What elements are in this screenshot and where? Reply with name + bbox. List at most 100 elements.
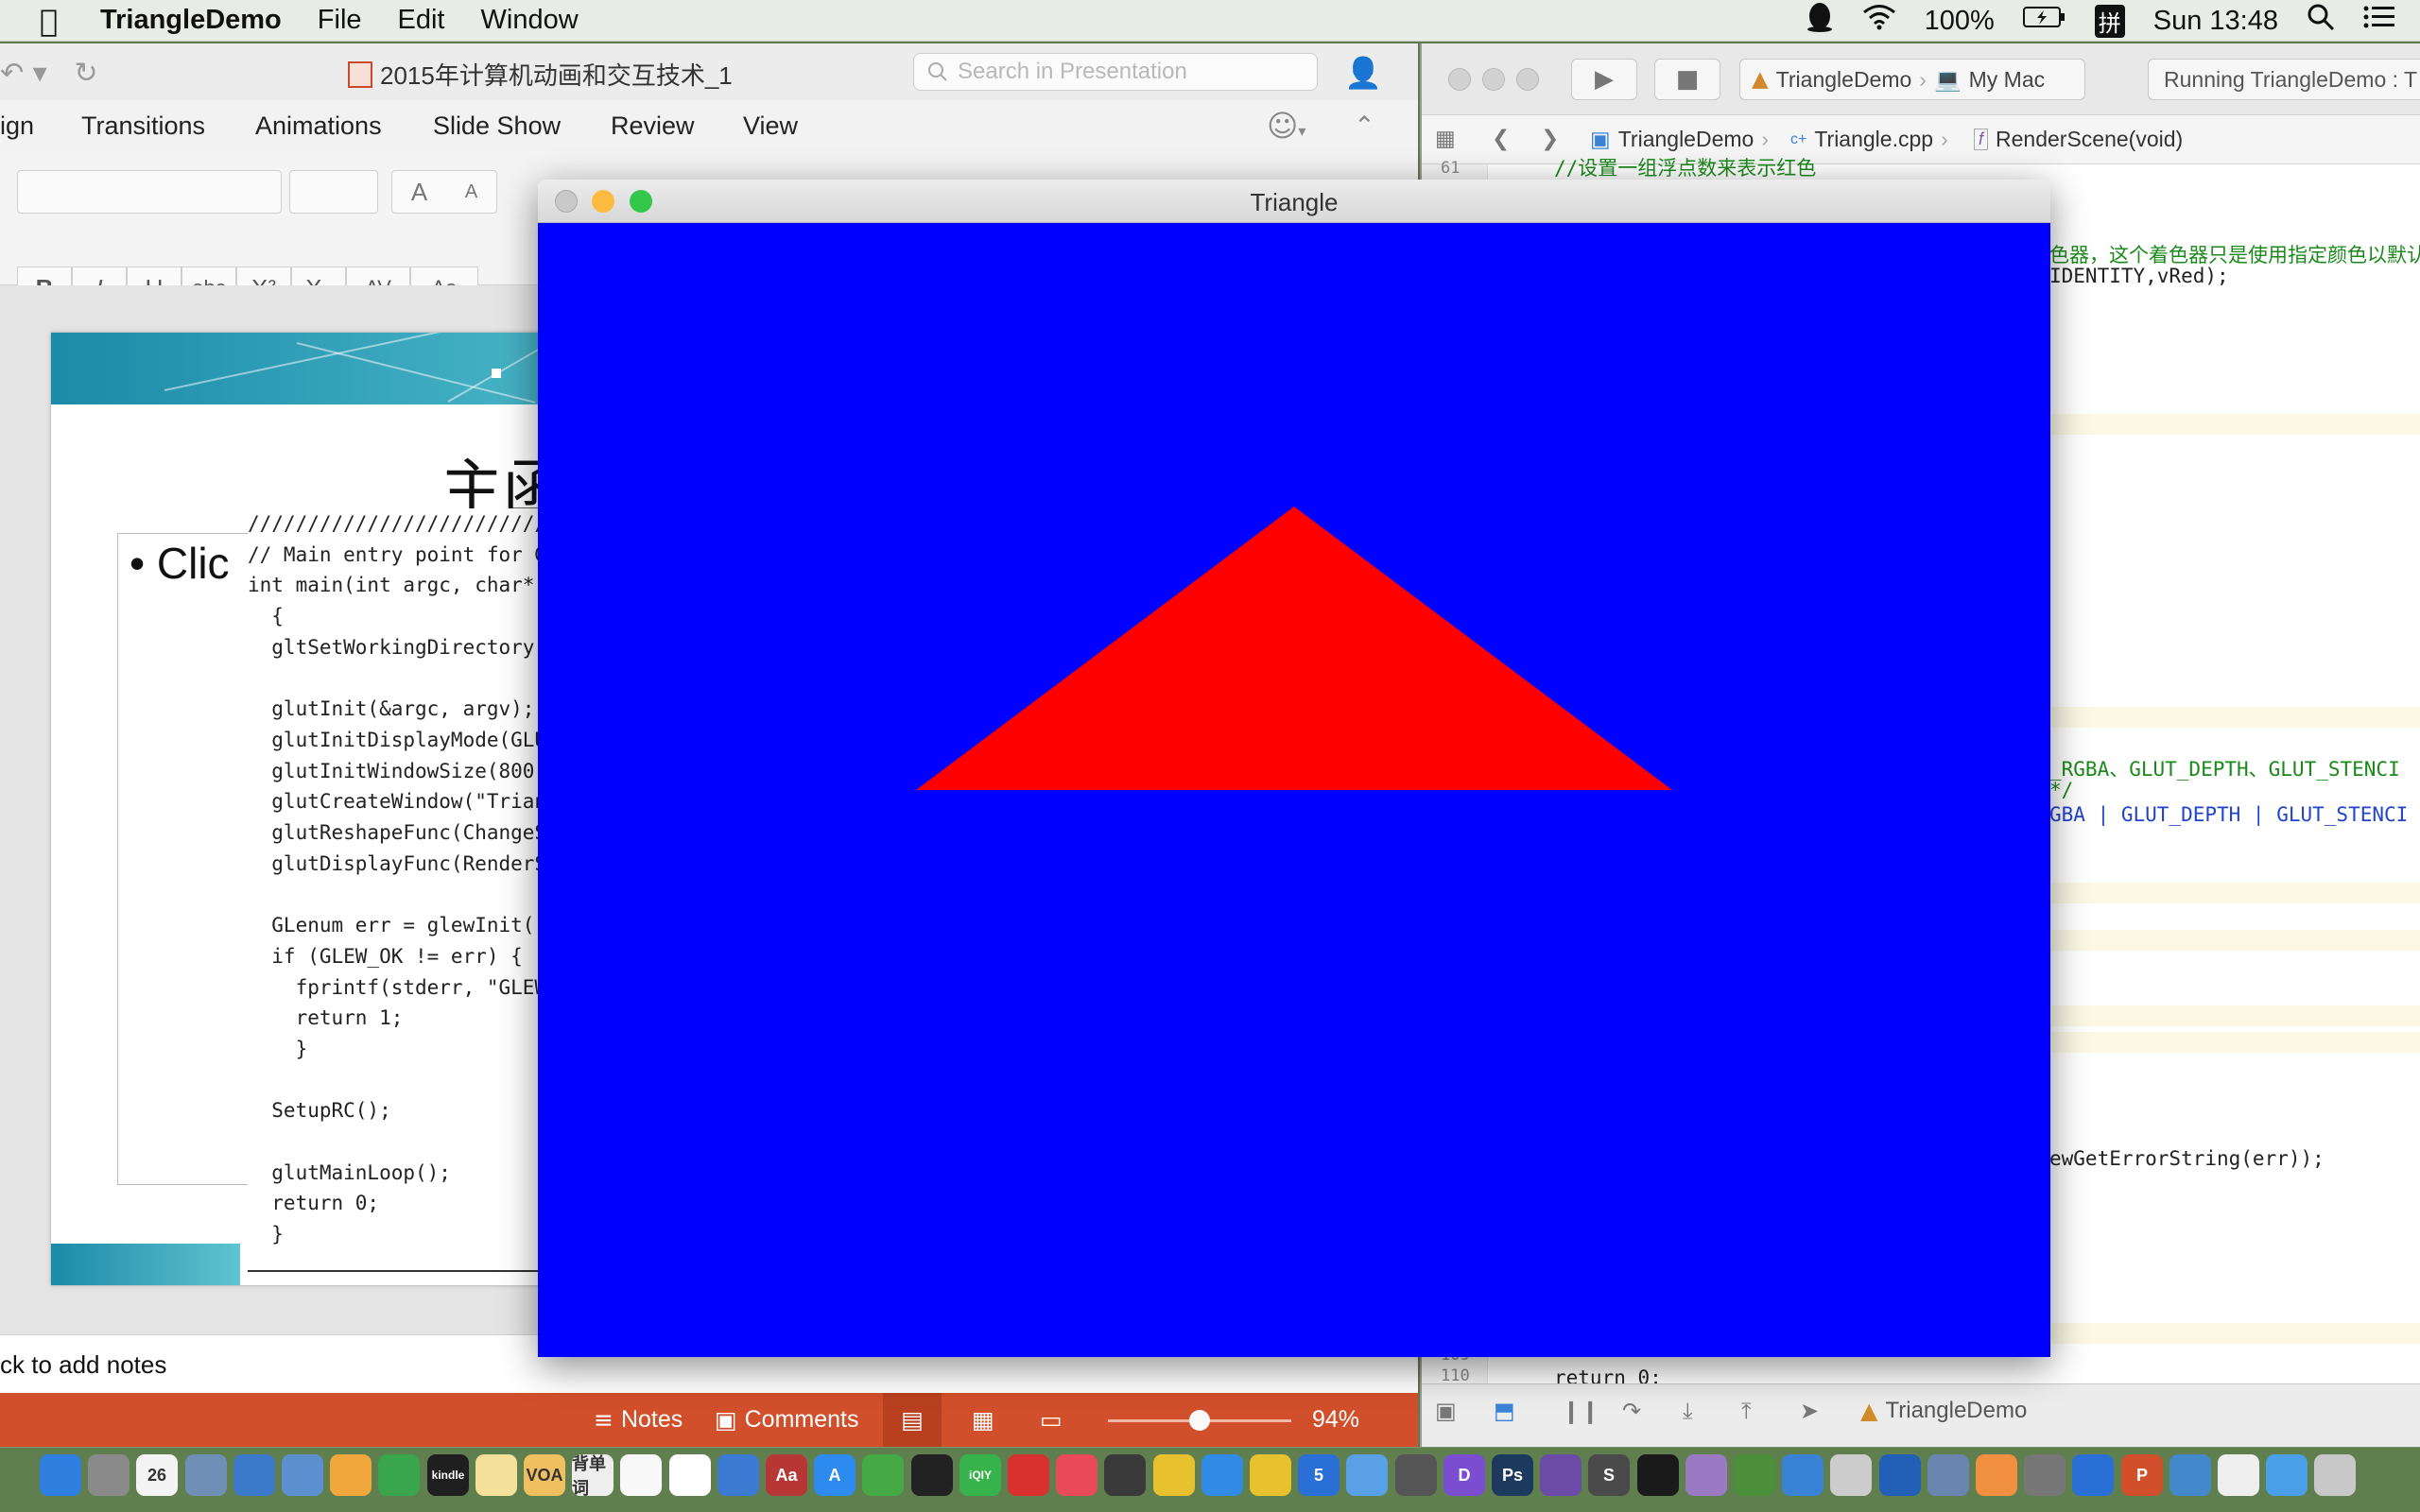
battery-percent[interactable]: 100% <box>1925 6 1995 37</box>
dock-camera-icon[interactable] <box>1927 1454 1969 1496</box>
jump-project[interactable]: ▣ TriangleDemo › <box>1590 127 1769 152</box>
undo-icon[interactable]: ↶ ▾ ↻ <box>0 57 97 90</box>
step-in-icon[interactable]: ⤓ <box>1683 1398 1693 1424</box>
zoom-slider-knob[interactable] <box>1189 1410 1210 1431</box>
dock-screens-icon[interactable] <box>2169 1454 2211 1496</box>
dock-news-icon[interactable] <box>669 1454 711 1496</box>
dock-alfred-icon[interactable] <box>1395 1454 1437 1496</box>
dock-trash-icon[interactable] <box>2314 1454 2356 1496</box>
dock-preview-doc-icon[interactable] <box>2218 1454 2259 1496</box>
breakpoints-icon[interactable]: ⬒ <box>1494 1398 1515 1424</box>
dock-calendar-icon[interactable]: 26 <box>136 1454 178 1496</box>
dock-shield-icon[interactable] <box>2072 1454 2114 1496</box>
menu-edit[interactable]: Edit <box>398 5 445 36</box>
scheme-selector[interactable]: ▲ TriangleDemo › 💻 My Mac <box>1739 59 2085 100</box>
share-person-icon[interactable]: 👤 <box>1344 55 1382 91</box>
slideshow-button[interactable]: ▭ <box>1040 1406 1063 1434</box>
forward-chevron-icon[interactable]: ❯ <box>1541 127 1559 151</box>
dock-keynote-icon[interactable] <box>233 1454 275 1496</box>
dock-color-picker-icon[interactable] <box>1976 1454 2017 1496</box>
wifi-icon[interactable] <box>1862 4 1896 38</box>
comments-toggle-button[interactable]: ▣ Comments <box>715 1406 859 1434</box>
dock-sourcetree-icon[interactable] <box>1879 1454 1921 1496</box>
jump-file[interactable]: c+ Triangle.cpp › <box>1790 127 1948 152</box>
dock-numbers-icon[interactable] <box>378 1454 420 1496</box>
dock-pages-icon[interactable] <box>330 1454 372 1496</box>
dock-video-player-icon[interactable] <box>1008 1454 1049 1496</box>
apple-menu-icon[interactable]:  <box>40 3 68 39</box>
dock-terminal-icon[interactable] <box>1637 1454 1679 1496</box>
font-size-select[interactable] <box>289 170 378 214</box>
dock-iqiyi-icon[interactable]: iQIY <box>959 1454 1001 1496</box>
dock-system-preferences-icon[interactable] <box>2024 1454 2066 1496</box>
debug-target[interactable]: ▲ TriangleDemo <box>1860 1398 2027 1424</box>
notification-center-icon[interactable] <box>2363 5 2395 37</box>
hide-debug-area-icon[interactable]: ▣ <box>1435 1398 1457 1424</box>
triangle-window-title-bar[interactable]: Triangle <box>538 180 2050 223</box>
dock-launchpad-icon[interactable] <box>88 1454 130 1496</box>
dock-chrome-icon[interactable] <box>1250 1454 1291 1496</box>
tab-transitions[interactable]: Transitions <box>81 112 205 141</box>
presentation-search-input[interactable]: Search in Presentation <box>913 53 1318 91</box>
tab-animations[interactable]: Animations <box>255 112 382 141</box>
xcode-minimize-button[interactable] <box>1482 68 1505 91</box>
back-chevron-icon[interactable]: ❮ <box>1492 127 1510 151</box>
step-over-icon[interactable]: ↷ <box>1622 1398 1641 1424</box>
step-out-icon[interactable]: ⤒ <box>1741 1398 1752 1424</box>
dock-music-icon[interactable] <box>1056 1454 1098 1496</box>
simulate-location-icon[interactable]: ➤ <box>1800 1398 1819 1424</box>
dock-feather-icon[interactable] <box>1346 1454 1388 1496</box>
app-menu[interactable]: TriangleDemo <box>100 5 282 36</box>
font-name-select[interactable] <box>17 170 282 214</box>
menu-file[interactable]: File <box>318 5 362 36</box>
dock-safari-alt-icon[interactable] <box>282 1454 323 1496</box>
dock-photoshop-icon[interactable]: Ps <box>1492 1454 1533 1496</box>
input-method-icon[interactable]: 拼 <box>2094 4 2125 38</box>
dock-instruments-icon[interactable] <box>1734 1454 1775 1496</box>
pause-icon[interactable]: ❙❙ <box>1562 1398 1599 1424</box>
tab-slide-show[interactable]: Slide Show <box>433 112 561 141</box>
normal-view-button[interactable]: ▤ <box>883 1393 942 1447</box>
dock-folder-icon[interactable] <box>2266 1454 2308 1496</box>
jump-symbol[interactable]: f RenderScene(void) <box>1974 127 2183 152</box>
opengl-canvas[interactable] <box>538 223 2050 1357</box>
stop-button[interactable]: ■ <box>1654 59 1720 100</box>
dock-dictionary-icon[interactable]: 背单词 <box>572 1454 614 1496</box>
dock-kindle-icon[interactable]: kindle <box>427 1454 469 1496</box>
dock-disk-icon[interactable] <box>1685 1454 1727 1496</box>
dock-powerpoint-icon[interactable]: P <box>2121 1454 2163 1496</box>
tab-review[interactable]: Review <box>611 112 695 141</box>
dock-preview-icon[interactable] <box>185 1454 227 1496</box>
dock-github-icon[interactable] <box>1540 1454 1582 1496</box>
dock-dash-icon[interactable]: D <box>1443 1454 1485 1496</box>
dock-cocoapods-icon[interactable] <box>1830 1454 1872 1496</box>
dock-system-info-icon[interactable] <box>717 1454 759 1496</box>
slide-sorter-button[interactable]: ▦ <box>972 1406 994 1434</box>
grow-font-button[interactable]: A <box>411 178 427 207</box>
battery-icon[interactable] <box>2022 5 2066 37</box>
related-items-icon[interactable]: ▦ <box>1435 127 1456 151</box>
clock[interactable]: Sun 13:48 <box>2153 6 2278 37</box>
dock-speaker-icon[interactable] <box>1104 1454 1146 1496</box>
dock-xcode-icon[interactable] <box>1782 1454 1824 1496</box>
run-button[interactable]: ▶ <box>1571 59 1637 100</box>
tab-design[interactable]: ign <box>0 112 34 141</box>
shrink-font-button[interactable]: A <box>465 181 477 203</box>
xcode-zoom-button[interactable] <box>1516 68 1539 91</box>
collapse-ribbon-icon[interactable]: ⌃ <box>1354 112 1375 141</box>
tab-view[interactable]: View <box>743 112 798 141</box>
dock-banana-icon[interactable] <box>1153 1454 1195 1496</box>
zoom-level[interactable]: 94% <box>1312 1406 1359 1434</box>
xcode-close-button[interactable] <box>1448 68 1471 91</box>
dock-finder-icon[interactable] <box>40 1454 81 1496</box>
dock-qq-icon[interactable] <box>911 1454 953 1496</box>
dock-voa-icon[interactable]: VOA <box>524 1454 565 1496</box>
dock-evernote-icon[interactable] <box>862 1454 904 1496</box>
dock-5-app-icon[interactable]: 5 <box>1298 1454 1340 1496</box>
notes-toggle-button[interactable]: ≡ Notes <box>594 1406 683 1434</box>
dock-notes-icon[interactable] <box>475 1454 517 1496</box>
dock-safari-icon[interactable] <box>1201 1454 1243 1496</box>
zoom-slider[interactable] <box>1108 1410 1291 1431</box>
dock-dictionary-aa-icon[interactable]: Aa <box>766 1454 807 1496</box>
dock-app-store-icon[interactable]: A <box>814 1454 856 1496</box>
